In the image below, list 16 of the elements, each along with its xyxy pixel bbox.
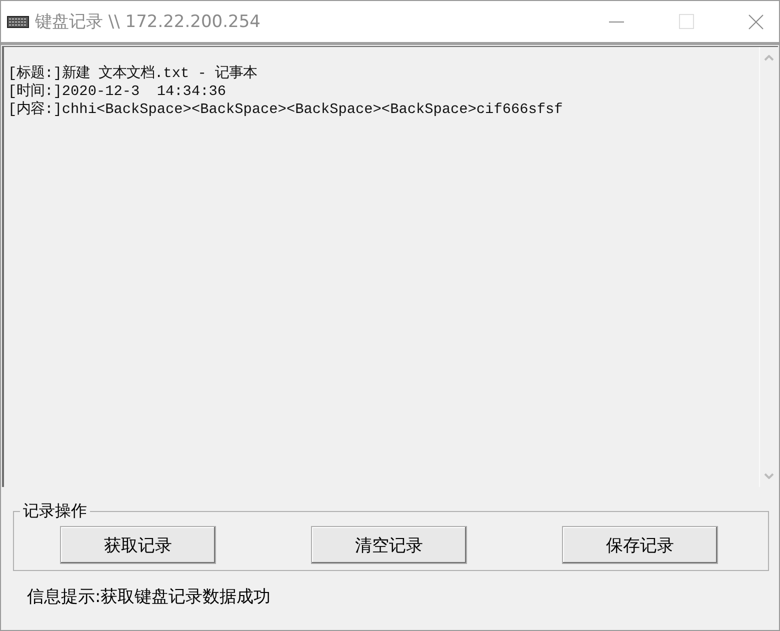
log-line: [时间:]2020-12-3 14:34:36 [8, 83, 227, 100]
action-button[interactable]: 获取记录 [60, 526, 216, 564]
scroll-up-icon[interactable] [764, 55, 774, 61]
maximize-icon[interactable] [678, 14, 694, 29]
log-line: [标题:]新建 文本文档.txt - 记事本 [8, 65, 258, 83]
action-button[interactable]: 清空记录 [311, 526, 467, 564]
group-title: 记录操作 [22, 501, 88, 522]
close-icon[interactable] [748, 14, 764, 30]
scroll-down-icon[interactable] [764, 473, 774, 479]
status-message: 信息提示:获取键盘记录数据成功 [27, 586, 272, 608]
log-textarea[interactable]: [标题:]新建 文本文档.txt - 记事本 [时间:]2020-12-3 14:34:36 [内容:]chhi<BackSpace><BackSpace><BackSpace><BackSpace>cif666sfsf [2, 46, 778, 487]
log-line: [内容:]chhi<BackSpace><BackSpace><BackSpace><BackSpace>cif666sfsf [8, 101, 564, 119]
action-button[interactable]: 保存记录 [562, 526, 718, 564]
keyboard-icon [7, 16, 29, 28]
window-title: 键盘记录 \\ 172.22.200.254 [35, 11, 262, 33]
minimize-icon[interactable] [608, 20, 624, 22]
